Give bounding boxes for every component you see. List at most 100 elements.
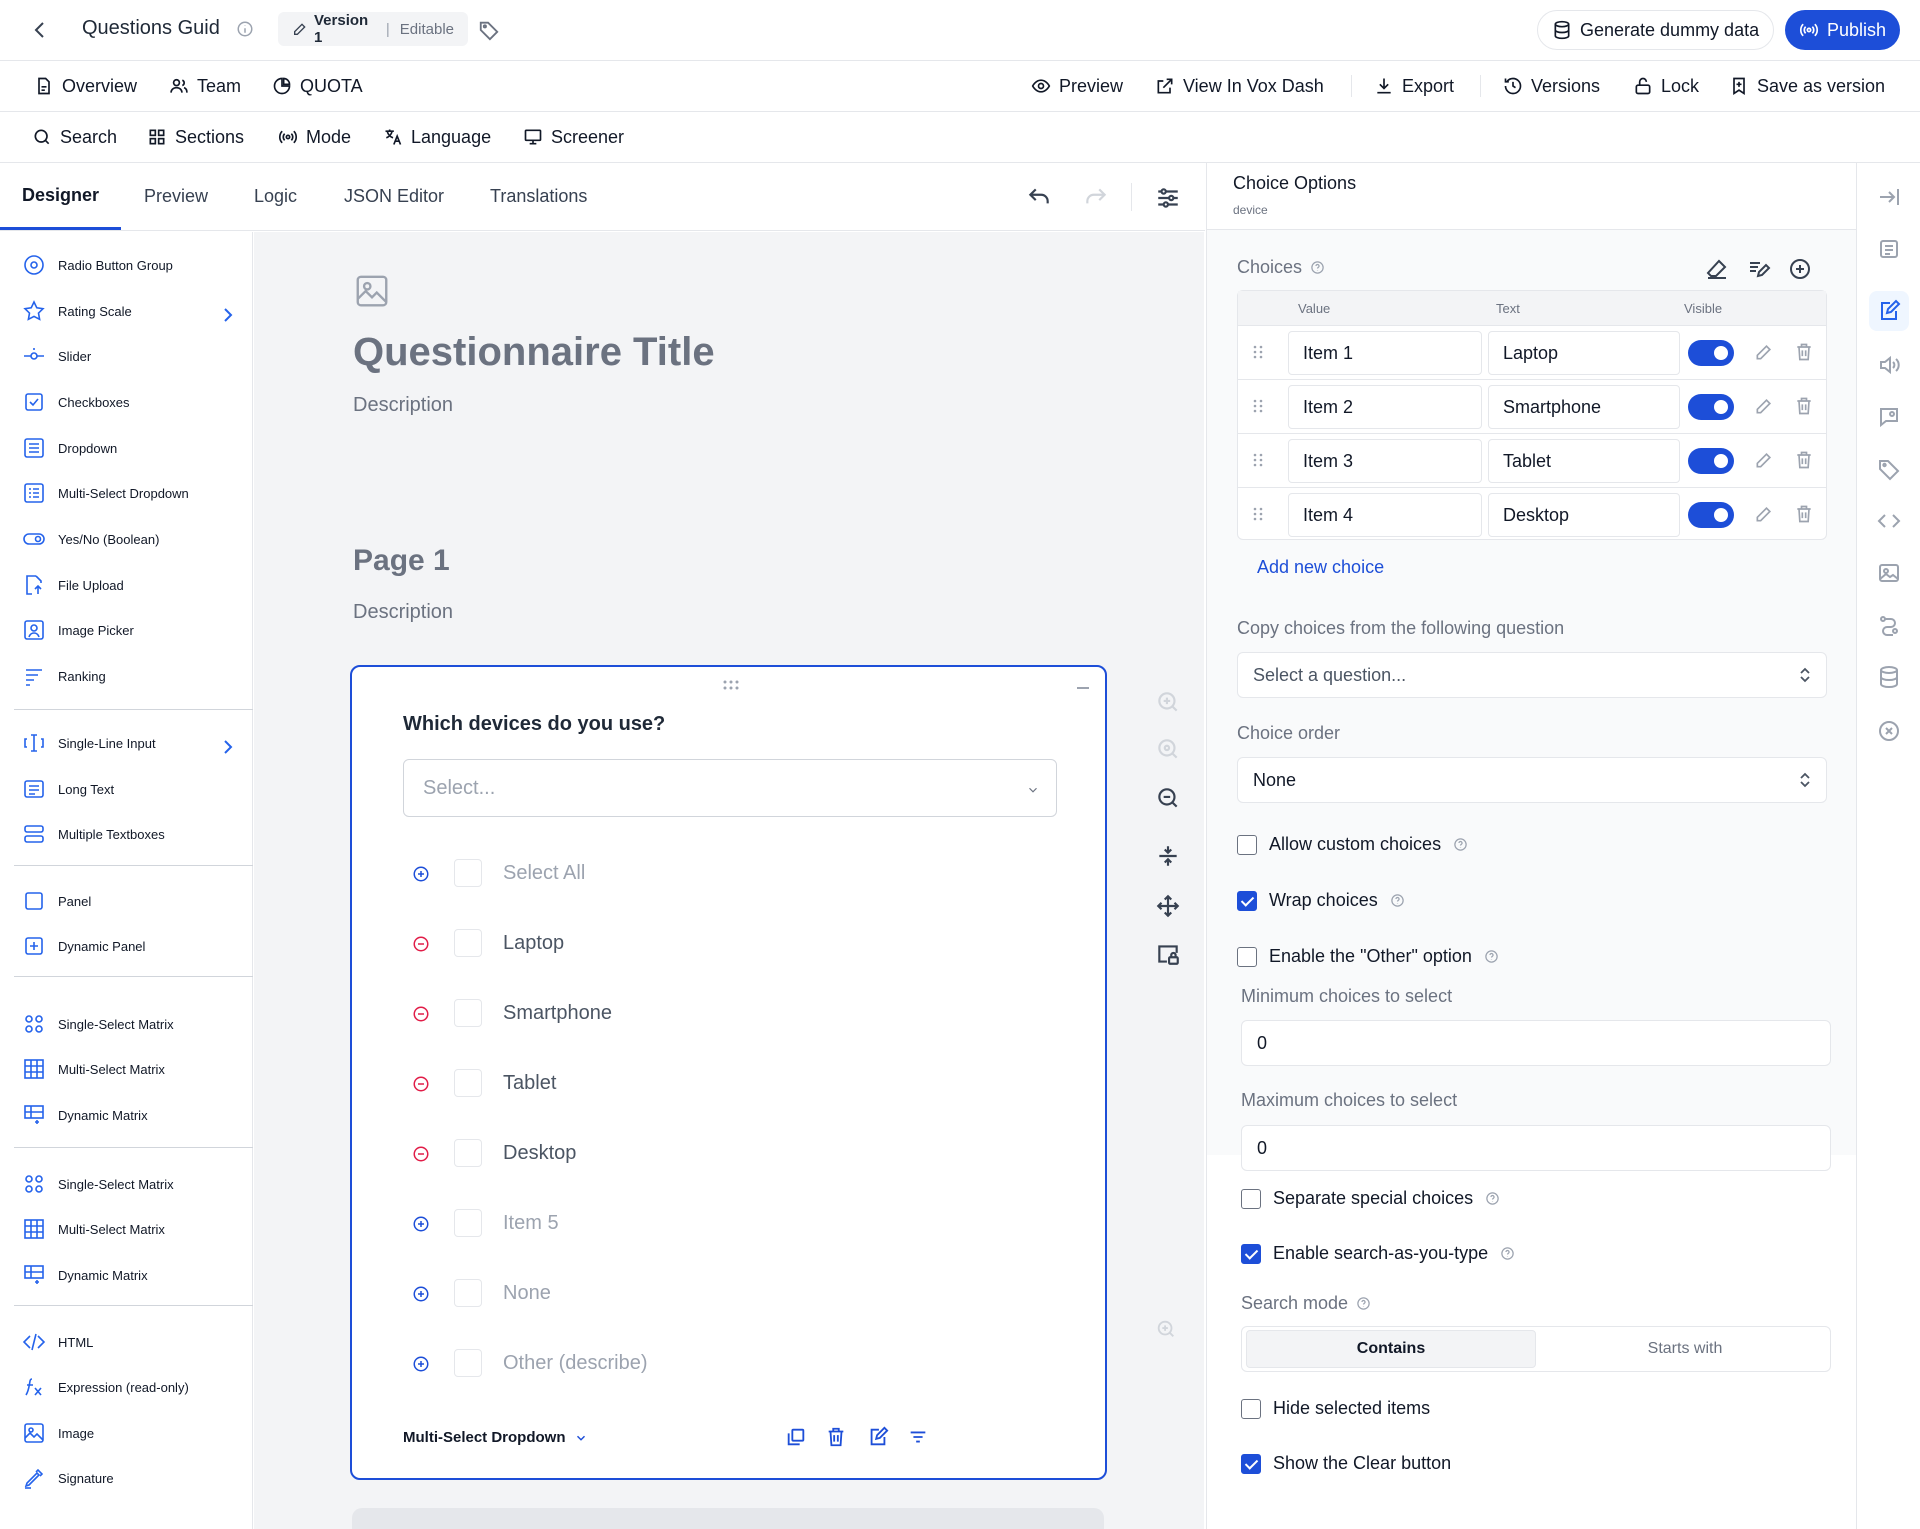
remove-circle-icon[interactable] — [412, 1075, 430, 1093]
choice-options-icon[interactable] — [1877, 299, 1901, 323]
pencil-icon[interactable] — [1754, 396, 1774, 416]
help-icon[interactable] — [1485, 1191, 1500, 1206]
choice-text-input[interactable]: Desktop — [1488, 493, 1680, 537]
choice-item[interactable]: Smartphone — [412, 996, 1052, 1032]
choice-text-input[interactable]: Tablet — [1488, 439, 1680, 483]
help-icon[interactable] — [1356, 1296, 1371, 1311]
checkbox[interactable] — [1241, 1188, 1261, 1209]
remove-circle-icon[interactable] — [412, 935, 430, 953]
trash-icon[interactable] — [825, 1426, 847, 1448]
enable-search-checkbox[interactable]: Enable search-as-you-type — [1241, 1243, 1515, 1264]
trash-icon[interactable] — [1794, 450, 1814, 470]
general-settings-icon[interactable] — [1877, 237, 1901, 261]
publish-button[interactable]: Publish — [1785, 10, 1901, 50]
nav-quota[interactable]: QUOTA — [272, 61, 363, 111]
toolbox-item[interactable]: Dynamic Matrix — [22, 1099, 232, 1131]
toolbox-item[interactable]: Multi-Select Dropdown — [22, 477, 232, 509]
choice-label[interactable]: None — [503, 1282, 551, 1305]
choice-label[interactable]: Smartphone — [503, 1002, 612, 1025]
back-arrow-icon[interactable] — [28, 18, 52, 42]
choice-checkbox[interactable] — [454, 1139, 482, 1167]
visible-toggle[interactable] — [1688, 448, 1734, 474]
image-settings-icon[interactable] — [1877, 561, 1901, 585]
collapse-all-icon[interactable] — [1155, 843, 1181, 869]
survey-description[interactable]: Description — [353, 394, 453, 417]
tab-designer[interactable]: Designer — [0, 163, 121, 230]
toolbox-item[interactable]: Single-Select Matrix — [22, 1168, 232, 1200]
add-circle-icon[interactable] — [412, 1285, 430, 1303]
toolbox-item[interactable]: Image — [22, 1417, 232, 1449]
choice-text-input[interactable]: Laptop — [1488, 331, 1680, 375]
trash-icon[interactable] — [1794, 342, 1814, 362]
toolbox-item[interactable]: Long Text — [22, 773, 232, 805]
choice-checkbox[interactable] — [454, 999, 482, 1027]
nav-preview[interactable]: Preview — [1031, 61, 1123, 111]
toolbox-item[interactable]: Dynamic Matrix — [22, 1259, 232, 1291]
min-choices-input[interactable]: 0 — [1241, 1020, 1831, 1066]
choice-item[interactable]: Tablet — [412, 1066, 1052, 1102]
nav-search[interactable]: Search — [32, 112, 117, 162]
choice-checkbox[interactable] — [454, 1349, 482, 1377]
choice-label[interactable]: Tablet — [503, 1072, 556, 1095]
undo-icon[interactable] — [1026, 185, 1052, 211]
drag-grip-icon[interactable] — [1252, 506, 1264, 522]
zoom-add-icon[interactable] — [1155, 1318, 1177, 1340]
survey-logo-placeholder-icon[interactable] — [353, 272, 391, 310]
collapse-icon[interactable] — [1077, 687, 1089, 689]
bulk-edit-icon[interactable] — [1747, 257, 1771, 281]
nav-team[interactable]: Team — [169, 61, 241, 111]
nav-sections[interactable]: Sections — [147, 112, 244, 162]
help-icon[interactable] — [1500, 1246, 1515, 1261]
add-new-choice-link[interactable]: Add new choice — [1257, 557, 1384, 578]
generate-dummy-data-button[interactable]: Generate dummy data — [1537, 10, 1775, 50]
choice-item[interactable]: Item 5 — [412, 1206, 1052, 1242]
choice-label[interactable]: Item 5 — [503, 1212, 559, 1235]
search-mode-starts-with[interactable]: Starts with — [1540, 1330, 1830, 1368]
pencil-icon[interactable] — [1754, 504, 1774, 524]
nav-language[interactable]: Language — [383, 112, 491, 162]
choice-item[interactable]: None — [412, 1276, 1052, 1312]
choice-text-input[interactable]: Smartphone — [1488, 385, 1680, 429]
add-circle-icon[interactable] — [412, 1355, 430, 1373]
remove-circle-icon[interactable] — [412, 1005, 430, 1023]
add-circle-icon[interactable] — [412, 1215, 430, 1233]
toolbox-item[interactable]: Signature — [22, 1462, 232, 1494]
comment-settings-icon[interactable] — [1877, 405, 1901, 429]
help-icon[interactable] — [1484, 949, 1499, 964]
trash-icon[interactable] — [1794, 504, 1814, 524]
remove-circle-icon[interactable] — [412, 1145, 430, 1163]
drag-handle-icon[interactable] — [722, 679, 740, 691]
tag-icon[interactable] — [1877, 457, 1901, 481]
code-icon[interactable] — [1877, 509, 1901, 533]
tab-logic[interactable]: Logic — [254, 163, 297, 230]
choice-checkbox[interactable] — [454, 1069, 482, 1097]
search-mode-contains[interactable]: Contains — [1246, 1330, 1536, 1368]
chevron-right-icon[interactable] — [216, 303, 233, 322]
page-description[interactable]: Description — [353, 601, 453, 624]
nav-export[interactable]: Export — [1374, 61, 1454, 111]
choice-item[interactable]: Select All — [412, 856, 1052, 892]
visible-toggle[interactable] — [1688, 340, 1734, 366]
choice-label[interactable]: Laptop — [503, 932, 564, 955]
chevron-right-icon[interactable] — [216, 735, 233, 754]
choice-order-select[interactable]: None — [1237, 757, 1827, 803]
tab-translations[interactable]: Translations — [490, 163, 587, 230]
close-circle-icon[interactable] — [1877, 719, 1901, 743]
toolbox-item[interactable]: Checkboxes — [22, 386, 232, 418]
database-icon[interactable] — [1877, 665, 1901, 689]
pencil-icon[interactable] — [1754, 450, 1774, 470]
choice-checkbox[interactable] — [454, 859, 482, 887]
checkbox[interactable] — [1237, 834, 1257, 855]
settings-sliders-icon[interactable] — [1155, 185, 1181, 211]
checkbox[interactable] — [1241, 1398, 1261, 1419]
nav-save-as-version[interactable]: Save as version — [1729, 61, 1885, 111]
choice-label[interactable]: Desktop — [503, 1142, 576, 1165]
logic-flow-icon[interactable] — [1877, 613, 1901, 637]
separate-special-checkbox[interactable]: Separate special choices — [1241, 1188, 1500, 1209]
toolbox-item[interactable]: Single-Line Input — [22, 727, 233, 759]
choice-item[interactable]: Desktop — [412, 1136, 1052, 1172]
expand-all-icon[interactable] — [1155, 893, 1181, 919]
info-icon[interactable] — [236, 20, 254, 38]
toolbox-item[interactable]: Multiple Textboxes — [22, 818, 232, 850]
edit-question-icon[interactable] — [867, 1426, 889, 1448]
